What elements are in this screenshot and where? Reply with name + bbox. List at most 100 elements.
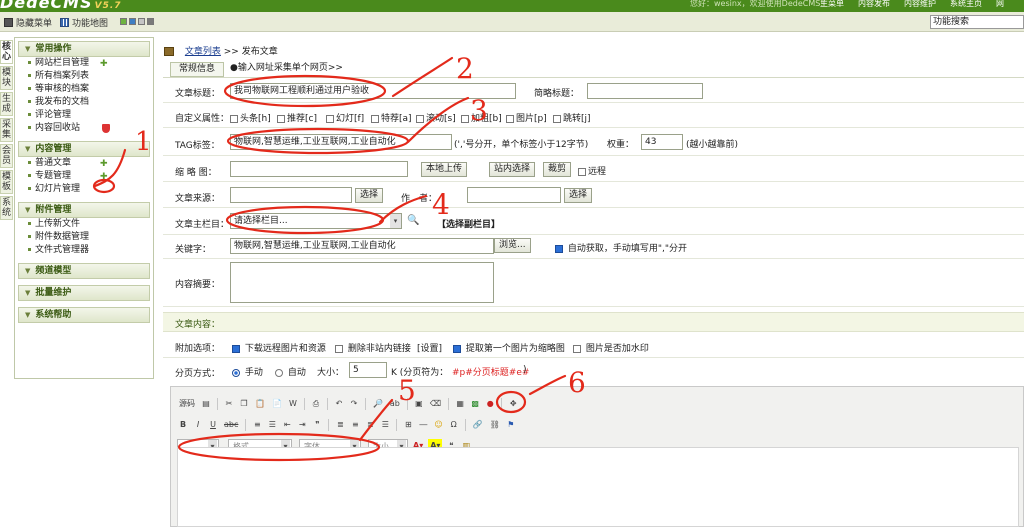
table-icon[interactable]: ⊞ (402, 418, 414, 432)
nav-site[interactable]: 网 (996, 0, 1004, 8)
cut-icon[interactable]: ✂ (223, 397, 235, 411)
auto-fetch-checkbox[interactable]: 自动获取，手动填写用","分开 (555, 241, 687, 254)
align-right-icon[interactable]: ≣ (364, 418, 376, 432)
link-icon[interactable]: 🔗 (471, 418, 485, 432)
menu-header-attachments[interactable]: ▼ 附件管理 (18, 202, 150, 218)
author-input[interactable] (467, 187, 561, 203)
tag-input[interactable]: 物联网,智慧运维,工业互联网,工业自动化 (230, 134, 452, 150)
italic-icon[interactable]: I (192, 418, 204, 432)
print-icon[interactable]: ⎙ (310, 397, 322, 411)
keywords-input[interactable]: 物联网,智慧运维,工业互联网,工业自动化 (230, 238, 494, 254)
blue-theme-swatch[interactable] (129, 18, 136, 25)
attr-recommend[interactable]: 推荐[c] (277, 111, 317, 124)
bullet-list-icon[interactable]: ☰ (266, 418, 278, 432)
anchor-icon[interactable]: ⚑ (505, 418, 517, 432)
menu-item-topic-manage[interactable]: 专题管理 ✚ (18, 170, 150, 183)
menu-item-column-manage[interactable]: 网站栏目管理 ✚ (18, 57, 150, 70)
vtab-member[interactable]: 会员 (0, 144, 13, 168)
attr-jump[interactable]: 跳转[j] (553, 111, 591, 124)
title-input[interactable]: 我司物联网工程顺利通过用户验收 (230, 83, 516, 99)
menu-header-common[interactable]: ▼ 常用操作 (18, 41, 150, 57)
menu-item-slideshow[interactable]: 幻灯片管理 (18, 183, 150, 196)
maximize-icon[interactable]: ✥ (507, 397, 519, 411)
attr-bold[interactable]: 加粗[b] (461, 111, 502, 124)
dark-theme-swatch[interactable] (147, 18, 154, 25)
remote-checkbox[interactable]: 远程 (578, 164, 606, 177)
weight-input[interactable]: 43 (641, 134, 683, 150)
remove-format-icon[interactable]: ⌫ (428, 397, 443, 411)
site-map-button[interactable]: 功能地图 (60, 16, 108, 29)
hr-icon[interactable]: ― (417, 418, 429, 432)
menu-item-normal-article[interactable]: 普通文章 ✚ (18, 157, 150, 170)
attr-headline[interactable]: 头条[h] (230, 111, 271, 124)
menu-item-my-documents[interactable]: 我发布的文档 (18, 96, 150, 109)
editor-content-area[interactable] (177, 447, 1019, 527)
source-input[interactable] (230, 187, 352, 203)
short-title-input[interactable] (587, 83, 703, 99)
replace-icon[interactable]: ab (388, 397, 402, 411)
download-remote-checkbox[interactable]: 下载远程图片和资源 (232, 341, 326, 354)
site-select-button[interactable]: 站内选择 (489, 162, 536, 177)
ordered-list-icon[interactable]: ≡ (251, 418, 263, 432)
nav-main-menu[interactable]: 主菜单 (820, 0, 844, 8)
green-theme-swatch[interactable] (120, 18, 127, 25)
select-all-icon[interactable]: ▣ (413, 397, 425, 411)
watermark-checkbox[interactable]: 图片是否加水印 (573, 341, 649, 354)
nav-content-maintain[interactable]: 内容维护 (904, 0, 936, 8)
source-button[interactable]: 源码 (177, 397, 197, 411)
attr-image[interactable]: 图片[p] (506, 111, 547, 124)
page-size-input[interactable]: 5 (349, 362, 387, 378)
align-left-icon[interactable]: ≣ (334, 418, 346, 432)
undo-icon[interactable]: ↶ (333, 397, 345, 411)
vtab-collect[interactable]: 采集 (0, 118, 13, 142)
redo-icon[interactable]: ↷ (348, 397, 360, 411)
indent-icon[interactable]: ⇥ (296, 418, 308, 432)
copy-icon[interactable]: ❐ (238, 397, 250, 411)
align-center-icon[interactable]: ≡ (349, 418, 361, 432)
hide-menu-button[interactable]: 隐藏菜单 (4, 16, 52, 29)
preview-icon[interactable]: ▦ (454, 397, 466, 411)
local-upload-button[interactable]: 本地上传 (421, 162, 468, 177)
paging-auto-radio[interactable]: 自动 (275, 365, 306, 378)
align-justify-icon[interactable]: ☰ (379, 418, 391, 432)
menu-item-comments[interactable]: 评论管理 (18, 109, 150, 122)
bold-icon[interactable]: B (177, 418, 189, 432)
nav-system-home[interactable]: 系统主页 (950, 0, 982, 8)
vtab-generate[interactable]: 生成 (0, 92, 13, 116)
paste-text-icon[interactable]: 📄 (270, 397, 284, 411)
menu-item-upload-file[interactable]: 上传新文件 (18, 218, 150, 231)
unlink-icon[interactable]: ⛓ (488, 418, 502, 432)
sub-column-link[interactable]: 【选择副栏目】 (437, 217, 500, 230)
blockquote-icon[interactable]: ❞ (311, 418, 323, 432)
strike-icon[interactable]: abc (222, 418, 240, 432)
underline-icon[interactable]: U (207, 418, 219, 432)
function-search-input[interactable]: 功能搜索 (930, 15, 1024, 29)
search-icon[interactable]: 🔍 (407, 215, 419, 226)
author-select-button[interactable]: 选择 (564, 188, 593, 203)
tab-collect-url[interactable]: ●输入网址采集单个网页>> (230, 62, 343, 77)
crop-button[interactable]: 裁剪 (543, 162, 572, 177)
attr-special[interactable]: 特荐[a] (371, 111, 412, 124)
vtab-system[interactable]: 系统 (0, 196, 13, 220)
menu-item-recycle-bin[interactable]: 内容回收站 (18, 122, 150, 135)
first-image-thumb-checkbox[interactable]: 提取第一个图片为缩略图 (453, 341, 565, 354)
column-select[interactable]: 请选择栏目... ▾ (230, 213, 402, 229)
attr-slide[interactable]: 幻灯[f] (326, 111, 364, 124)
image-icon[interactable]: ▩ (469, 397, 481, 411)
remove-external-links-checkbox[interactable]: 删除非站内链接 (335, 341, 411, 354)
browse-button[interactable]: 浏览... (494, 238, 531, 253)
source-select-button[interactable]: 选择 (355, 188, 384, 203)
settings-link[interactable]: [设置] (417, 341, 442, 354)
vtab-template[interactable]: 模板 (0, 170, 13, 194)
menu-item-file-manager[interactable]: 文件式管理器 (18, 244, 150, 257)
menu-header-channel[interactable]: ▼ 频道模型 (18, 263, 150, 279)
vtab-module[interactable]: 模块 (0, 66, 13, 90)
gray-theme-swatch[interactable] (138, 18, 145, 25)
paste-icon[interactable]: 📋 (253, 397, 267, 411)
special-char-icon[interactable]: Ω (448, 418, 460, 432)
vtab-core[interactable]: 核心 (0, 40, 13, 64)
paste-word-icon[interactable]: W (287, 397, 299, 411)
attr-scroll[interactable]: 滚动[s] (416, 111, 456, 124)
menu-header-content[interactable]: ▼ 内容管理 (18, 141, 150, 157)
nav-content-publish[interactable]: 内容发布 (858, 0, 890, 8)
